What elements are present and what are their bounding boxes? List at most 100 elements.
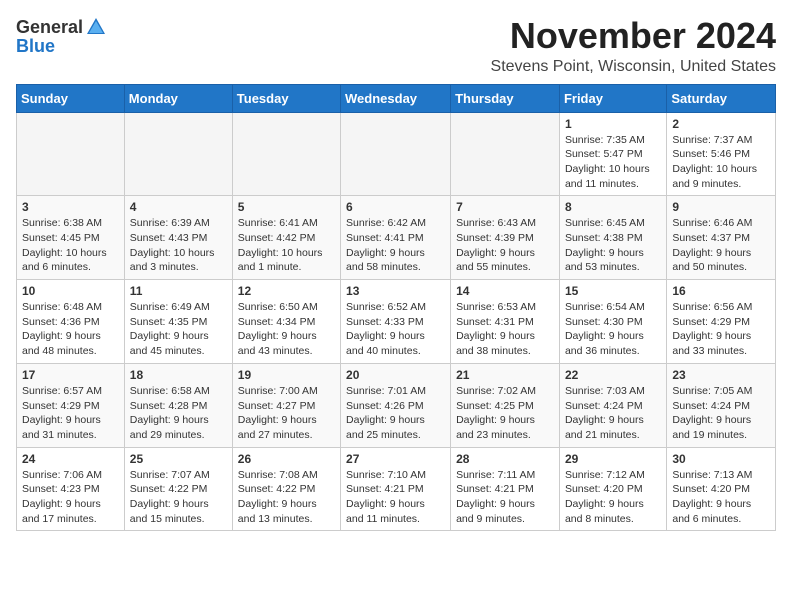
weekday-header-wednesday: Wednesday [341, 84, 451, 112]
day-info: Sunrise: 7:35 AMSunset: 5:47 PMDaylight:… [565, 133, 661, 192]
logo-general-text: General [16, 17, 83, 38]
calendar-week-5: 24 Sunrise: 7:06 AMSunset: 4:23 PMDayligh… [17, 447, 776, 531]
day-info: Sunrise: 6:53 AMSunset: 4:31 PMDaylight:… [456, 300, 554, 359]
calendar-cell: 23 Sunrise: 7:05 AMSunset: 4:24 PMDayligh… [667, 363, 776, 447]
calendar-cell: 25Sunrise: 7:07 AMSunset: 4:22 PMDayligh… [124, 447, 232, 531]
calendar-cell: 13 Sunrise: 6:52 AMSunset: 4:33 PMDayligh… [341, 280, 451, 364]
day-info: Sunrise: 6:56 AMSunset: 4:29 PMDaylight:… [672, 300, 770, 359]
day-info: Sunrise: 6:49 AMSunset: 4:35 PMDaylight:… [130, 300, 227, 359]
day-number: 5 [238, 200, 335, 214]
day-info: Sunrise: 6:52 AMSunset: 4:33 PMDaylight:… [346, 300, 445, 359]
day-number: 3 [22, 200, 119, 214]
calendar-cell: 3 Sunrise: 6:38 AMSunset: 4:45 PMDaylight… [17, 196, 125, 280]
day-number: 17 [22, 368, 119, 382]
day-info: Sunrise: 6:41 AMSunset: 4:42 PMDaylight:… [238, 216, 335, 275]
calendar-table: SundayMondayTuesdayWednesdayThursdayFrid… [16, 84, 776, 532]
day-number: 28 [456, 452, 554, 466]
weekday-header-saturday: Saturday [667, 84, 776, 112]
day-number: 7 [456, 200, 554, 214]
day-info: Sunrise: 6:46 AMSunset: 4:37 PMDaylight:… [672, 216, 770, 275]
calendar-cell: 5 Sunrise: 6:41 AMSunset: 4:42 PMDaylight… [232, 196, 340, 280]
calendar-cell: 14 Sunrise: 6:53 AMSunset: 4:31 PMDayligh… [451, 280, 560, 364]
day-info: Sunrise: 7:12 AMSunset: 4:20 PMDaylight:… [565, 468, 661, 527]
logo: General Blue [16, 16, 107, 57]
day-number: 1 [565, 117, 661, 131]
calendar-cell: 12 Sunrise: 6:50 AMSunset: 4:34 PMDayligh… [232, 280, 340, 364]
day-number: 26 [238, 452, 335, 466]
day-number: 24 [22, 452, 119, 466]
day-info: Sunrise: 7:01 AMSunset: 4:26 PMDaylight:… [346, 384, 445, 443]
calendar-cell: 2 Sunrise: 7:37 AMSunset: 5:46 PMDaylight… [667, 112, 776, 196]
calendar-cell: 22 Sunrise: 7:03 AMSunset: 4:24 PMDayligh… [559, 363, 666, 447]
calendar-cell: 18Sunrise: 6:58 AMSunset: 4:28 PMDayligh… [124, 363, 232, 447]
calendar-cell: 15Sunrise: 6:54 AMSunset: 4:30 PMDayligh… [559, 280, 666, 364]
day-number: 27 [346, 452, 445, 466]
calendar-cell: 26 Sunrise: 7:08 AMSunset: 4:22 PMDayligh… [232, 447, 340, 531]
day-info: Sunrise: 7:10 AMSunset: 4:21 PMDaylight:… [346, 468, 445, 527]
day-info: Sunrise: 6:38 AMSunset: 4:45 PMDaylight:… [22, 216, 119, 275]
day-info: Sunrise: 7:37 AMSunset: 5:46 PMDaylight:… [672, 133, 770, 192]
day-number: 20 [346, 368, 445, 382]
day-info: Sunrise: 7:08 AMSunset: 4:22 PMDaylight:… [238, 468, 335, 527]
day-number: 14 [456, 284, 554, 298]
day-info: Sunrise: 7:03 AMSunset: 4:24 PMDaylight:… [565, 384, 661, 443]
day-number: 13 [346, 284, 445, 298]
weekday-header-monday: Monday [124, 84, 232, 112]
day-info: Sunrise: 6:50 AMSunset: 4:34 PMDaylight:… [238, 300, 335, 359]
day-info: Sunrise: 7:00 AMSunset: 4:27 PMDaylight:… [238, 384, 335, 443]
day-number: 12 [238, 284, 335, 298]
weekday-header-thursday: Thursday [451, 84, 560, 112]
day-number: 8 [565, 200, 661, 214]
day-info: Sunrise: 7:11 AMSunset: 4:21 PMDaylight:… [456, 468, 554, 527]
day-number: 18 [130, 368, 227, 382]
day-number: 10 [22, 284, 119, 298]
weekday-header-tuesday: Tuesday [232, 84, 340, 112]
calendar-cell: 21 Sunrise: 7:02 AMSunset: 4:25 PMDayligh… [451, 363, 560, 447]
day-number: 23 [672, 368, 770, 382]
logo-blue-text: Blue [16, 36, 55, 57]
calendar-cell: 9 Sunrise: 6:46 AMSunset: 4:37 PMDaylight… [667, 196, 776, 280]
day-info: Sunrise: 7:02 AMSunset: 4:25 PMDaylight:… [456, 384, 554, 443]
day-number: 6 [346, 200, 445, 214]
day-number: 16 [672, 284, 770, 298]
day-info: Sunrise: 6:45 AMSunset: 4:38 PMDaylight:… [565, 216, 661, 275]
calendar-cell: 19Sunrise: 7:00 AMSunset: 4:27 PMDayligh… [232, 363, 340, 447]
calendar-cell: 20 Sunrise: 7:01 AMSunset: 4:26 PMDayligh… [341, 363, 451, 447]
day-info: Sunrise: 6:43 AMSunset: 4:39 PMDaylight:… [456, 216, 554, 275]
calendar-cell: 6 Sunrise: 6:42 AMSunset: 4:41 PMDaylight… [341, 196, 451, 280]
page-header: General Blue November 2024 Stevens Point… [16, 16, 776, 76]
calendar-cell: 1 Sunrise: 7:35 AMSunset: 5:47 PMDaylight… [559, 112, 666, 196]
weekday-header-friday: Friday [559, 84, 666, 112]
day-number: 29 [565, 452, 661, 466]
calendar-cell: 4 Sunrise: 6:39 AMSunset: 4:43 PMDaylight… [124, 196, 232, 280]
calendar-week-3: 10 Sunrise: 6:48 AMSunset: 4:36 PMDayligh… [17, 280, 776, 364]
calendar-cell: 10 Sunrise: 6:48 AMSunset: 4:36 PMDayligh… [17, 280, 125, 364]
day-info: Sunrise: 6:54 AMSunset: 4:30 PMDaylight:… [565, 300, 661, 359]
day-info: Sunrise: 7:06 AMSunset: 4:23 PMDaylight:… [22, 468, 119, 527]
day-info: Sunrise: 7:05 AMSunset: 4:24 PMDaylight:… [672, 384, 770, 443]
day-info: Sunrise: 6:48 AMSunset: 4:36 PMDaylight:… [22, 300, 119, 359]
calendar-cell [124, 112, 232, 196]
day-number: 30 [672, 452, 770, 466]
calendar-cell: 28 Sunrise: 7:11 AMSunset: 4:21 PMDayligh… [451, 447, 560, 531]
day-info: Sunrise: 6:42 AMSunset: 4:41 PMDaylight:… [346, 216, 445, 275]
calendar-cell: 8 Sunrise: 6:45 AMSunset: 4:38 PMDaylight… [559, 196, 666, 280]
day-number: 22 [565, 368, 661, 382]
calendar-week-1: 1 Sunrise: 7:35 AMSunset: 5:47 PMDaylight… [17, 112, 776, 196]
calendar-cell: 11 Sunrise: 6:49 AMSunset: 4:35 PMDayligh… [124, 280, 232, 364]
title-area: November 2024 Stevens Point, Wisconsin, … [491, 16, 776, 76]
location-title: Stevens Point, Wisconsin, United States [491, 58, 776, 76]
calendar-cell: 17Sunrise: 6:57 AMSunset: 4:29 PMDayligh… [17, 363, 125, 447]
calendar-cell: 29 Sunrise: 7:12 AMSunset: 4:20 PMDayligh… [559, 447, 666, 531]
calendar-cell: 16 Sunrise: 6:56 AMSunset: 4:29 PMDayligh… [667, 280, 776, 364]
day-number: 9 [672, 200, 770, 214]
calendar-cell [451, 112, 560, 196]
day-number: 4 [130, 200, 227, 214]
day-number: 21 [456, 368, 554, 382]
calendar-week-4: 17Sunrise: 6:57 AMSunset: 4:29 PMDayligh… [17, 363, 776, 447]
day-number: 2 [672, 117, 770, 131]
day-number: 11 [130, 284, 227, 298]
day-info: Sunrise: 6:39 AMSunset: 4:43 PMDaylight:… [130, 216, 227, 275]
calendar-cell: 30Sunrise: 7:13 AMSunset: 4:20 PMDayligh… [667, 447, 776, 531]
logo-icon [85, 16, 107, 38]
